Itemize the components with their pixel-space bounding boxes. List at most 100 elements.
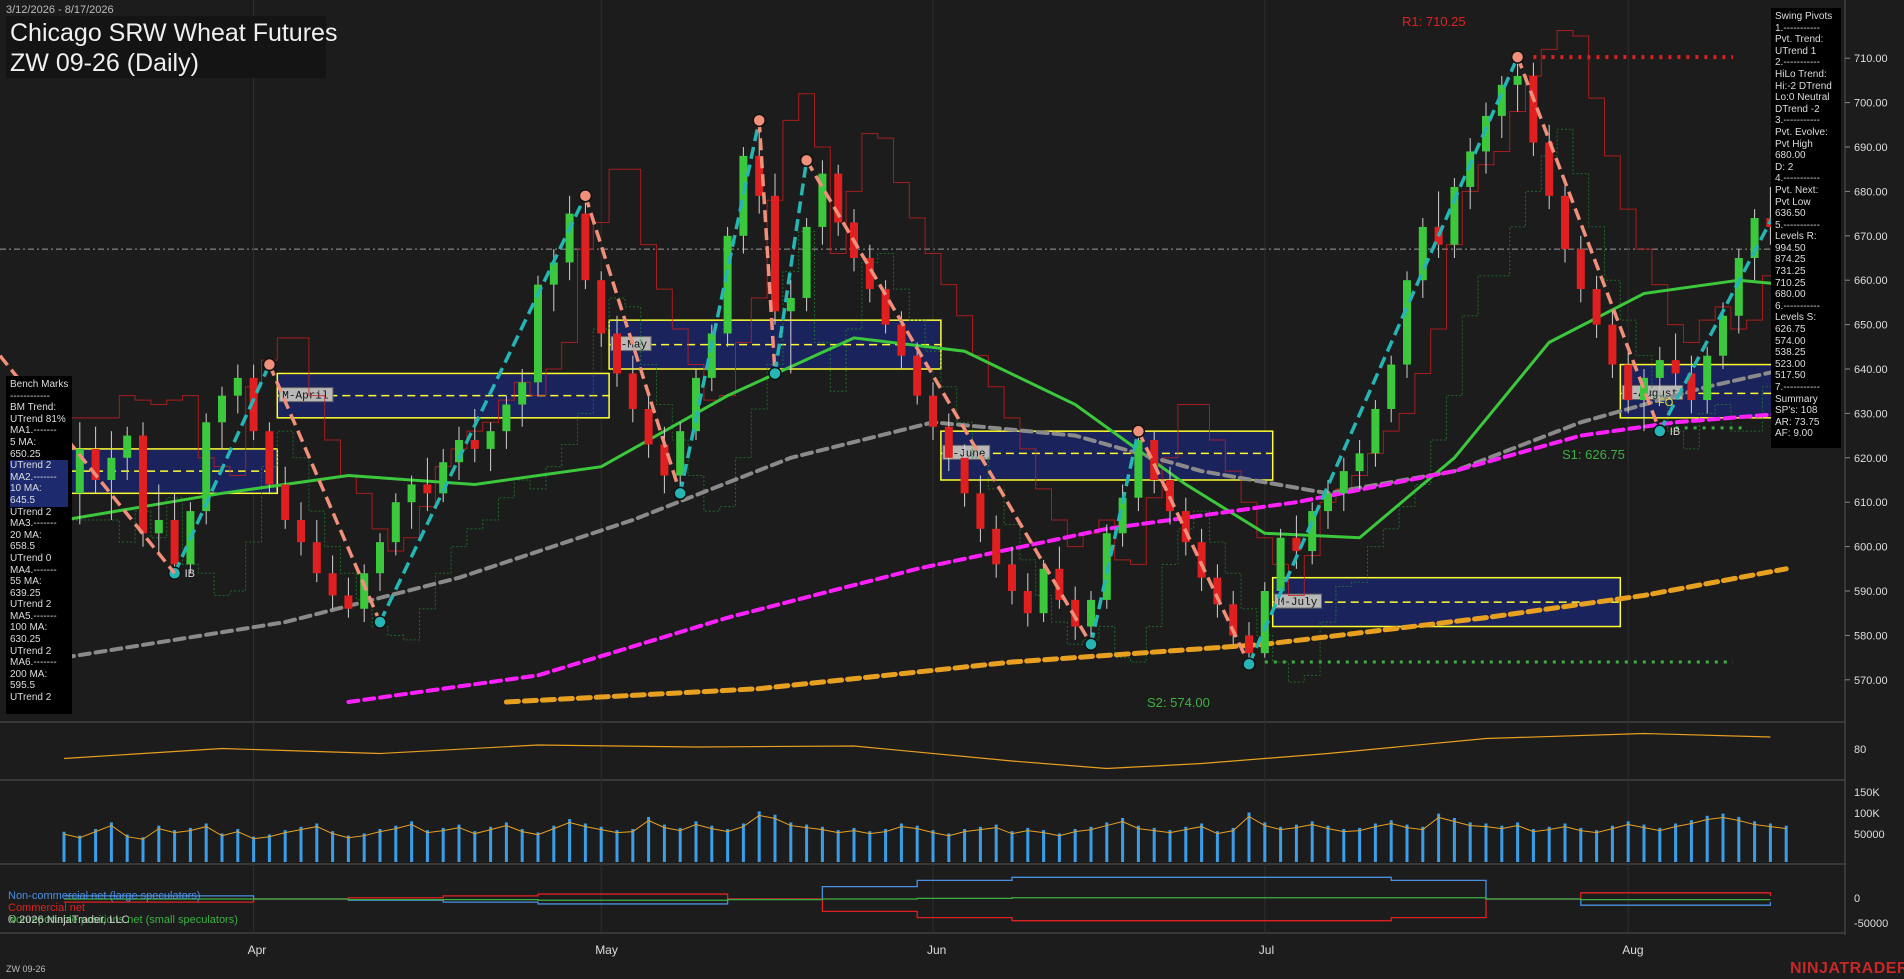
swing-pivot-line: 7.----------- — [1775, 382, 1820, 393]
volume-bar — [789, 822, 793, 862]
bench-mark-line: 55 MA: — [10, 576, 42, 588]
swing-pivot-line: 3.----------- — [1775, 115, 1820, 127]
price-tick-label: 680.00 — [1854, 186, 1888, 198]
volume-bar — [1026, 827, 1030, 862]
swing-pivot-line: 874.25 — [1775, 254, 1806, 266]
volume-bar — [552, 825, 556, 862]
volume-bar — [852, 827, 856, 862]
volume-bar — [1437, 813, 1441, 862]
swing-pivot-line: 523.00 — [1775, 358, 1806, 370]
candle-body — [1039, 568, 1048, 614]
volume-bar — [1231, 827, 1235, 862]
cot-large-spec-line — [64, 876, 1772, 906]
volume-bar — [188, 827, 192, 862]
pivot-marker — [1084, 637, 1098, 652]
volume-bar — [1516, 822, 1520, 862]
price-tick-label: 620.00 — [1854, 453, 1888, 465]
candle-body — [107, 457, 116, 480]
price-tick-label: 610.00 — [1854, 497, 1888, 509]
volume-bar — [615, 830, 619, 862]
volume-bar — [1421, 826, 1425, 862]
s2-label: S2: 574.00 — [1147, 695, 1210, 710]
cot-legend-item: Commercial net — [8, 902, 86, 914]
swing-pivots-panel: Swing Pivots 1.----------- Pvt. Trend: UTre… — [1771, 8, 1841, 448]
volume-bar — [1484, 823, 1488, 862]
volume-bar — [441, 827, 445, 862]
swing-pivot-line: Levels S: — [1775, 312, 1817, 324]
candle-body — [344, 595, 353, 609]
candle-body — [1655, 360, 1664, 378]
zigzag-leg — [805, 159, 1093, 646]
candle-body — [360, 573, 369, 609]
bench-mark-line: 595.5 — [10, 680, 36, 692]
candle-body — [218, 395, 226, 423]
candle-body — [1561, 195, 1569, 250]
volume-bar — [994, 824, 998, 862]
bench-mark-line: Bench Marks — [10, 379, 69, 390]
volume-tick-label: 150K — [1854, 787, 1880, 799]
swing-pivot-line: 680.00 — [1775, 289, 1806, 301]
volume-bar — [1595, 830, 1599, 862]
volume-bar — [599, 826, 603, 862]
swing-pivot-line: 636.50 — [1775, 208, 1806, 220]
chart-canvas[interactable]: M-AprilM-MayM-JuneM-JulyM-August IBIB 57… — [0, 0, 1904, 979]
cot-small-spec-line — [64, 897, 1771, 901]
swing-pivot-line: Swing Pivots — [1775, 11, 1833, 22]
swing-pivot-line: 538.25 — [1775, 347, 1806, 359]
candle-body — [786, 297, 795, 312]
price-tick-label: 670.00 — [1854, 231, 1888, 243]
swing-pivot-line: Lo:0 Neutral — [1775, 92, 1830, 104]
month-label: Jun — [927, 943, 946, 957]
volume-bar — [631, 829, 635, 862]
copyright: © 2026 NinjaTrader, LLC — [8, 914, 130, 926]
volume-bar — [173, 830, 177, 862]
volume-bar — [741, 823, 745, 862]
swing-pivot-line: UTrend 1 — [1775, 45, 1817, 57]
volume-average-line — [63, 814, 1787, 840]
bench-mark-line: UTrend 2 — [10, 460, 68, 472]
volume-bar — [899, 823, 903, 862]
volume-bar — [410, 821, 414, 862]
volume-bar — [757, 811, 761, 862]
volume-bar — [1168, 830, 1172, 862]
bench-mark-line: 658.5 — [10, 541, 36, 553]
volume-bar — [1721, 813, 1725, 862]
cot-tick-label: 0 — [1854, 893, 1860, 905]
zone-label: M-April — [282, 391, 328, 403]
bench-mark-line: 10 MA: — [10, 483, 68, 495]
volume-bar — [1674, 823, 1678, 862]
price-candles — [60, 57, 1775, 665]
pivot-marker — [1242, 657, 1256, 672]
bench-mark-line: 5 MA: — [10, 436, 37, 448]
cot-commercial-line — [64, 892, 1772, 922]
volume-bar — [662, 824, 666, 862]
volume-bar — [1136, 825, 1140, 862]
swing-pivot-line: Pvt. Next: — [1775, 184, 1819, 196]
price-tick-label: 650.00 — [1854, 320, 1888, 332]
pivot-marker — [1653, 424, 1667, 438]
volume-bar — [315, 823, 319, 862]
volume-bar — [504, 822, 508, 862]
swing-pivot-line: 731.25 — [1775, 266, 1806, 278]
candle-body — [644, 408, 653, 445]
date-axis: Apr May Jun Jul Aug — [248, 943, 1644, 957]
price-tick-label: 700.00 — [1854, 98, 1888, 110]
volume-bar — [726, 829, 730, 862]
swing-pivot-line: 680.00 — [1775, 150, 1806, 162]
candle-body — [1087, 599, 1095, 627]
oscillator-level-label: 80 — [1854, 744, 1866, 756]
month-label: Apr — [248, 943, 267, 957]
candle-body — [1624, 364, 1633, 401]
candle-body — [328, 573, 337, 596]
month-label: Jul — [1259, 943, 1274, 957]
volume-bar — [647, 816, 651, 862]
candle-body — [802, 226, 811, 298]
swing-pivot-line: HiLo Trend: — [1775, 68, 1827, 80]
candle-body — [628, 373, 637, 409]
swing-pivot-line: Pvt. Trend: — [1775, 34, 1824, 46]
volume-bar — [868, 831, 872, 862]
volume-bar — [931, 830, 935, 862]
volume-bar — [157, 825, 161, 862]
volume-bar — [1010, 831, 1014, 862]
price-axis[interactable]: 570.00 580.00 590.00 600.00 610.00 620.00 630.… — [1845, 53, 1888, 687]
